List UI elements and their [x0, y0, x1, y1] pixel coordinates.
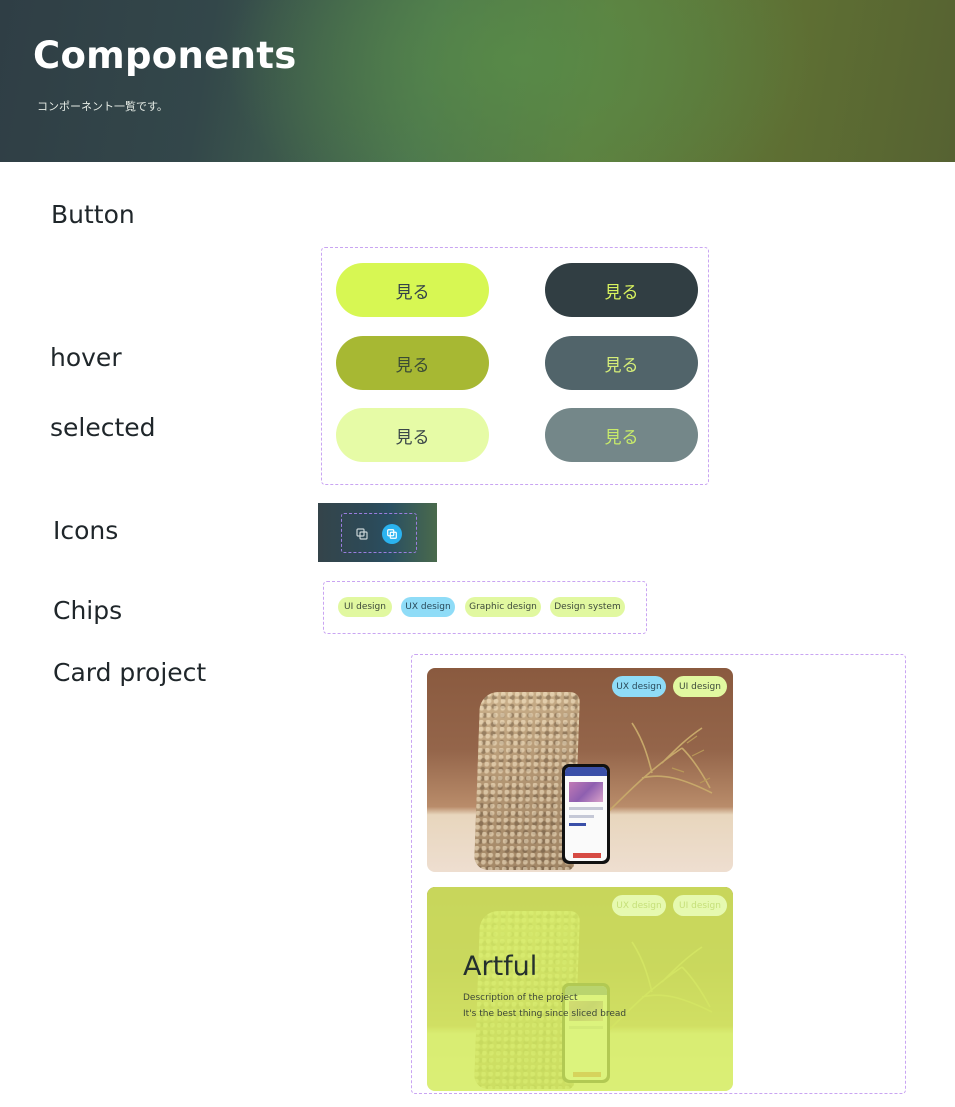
- chip-graphic-design[interactable]: Graphic design: [465, 597, 541, 617]
- chip-design-system[interactable]: Design system: [550, 597, 625, 617]
- icons-variants-frame: [341, 513, 417, 553]
- twig-image: [601, 722, 713, 819]
- button-primary[interactable]: 見る: [336, 263, 489, 317]
- card-chip-ux-design[interactable]: UX design: [612, 676, 666, 697]
- page-title: Components: [33, 34, 297, 77]
- button-secondary-hover[interactable]: 見る: [545, 336, 698, 390]
- section-label-card-project: Card project: [53, 658, 207, 687]
- section-label-button: Button: [51, 200, 135, 229]
- section-label-selected: selected: [50, 413, 156, 442]
- page-subtitle: コンポーネント一覧です。: [37, 100, 168, 113]
- phone-mockup: [562, 764, 610, 864]
- project-card[interactable]: UX design UI design: [427, 668, 733, 872]
- card-chip-ui-design[interactable]: UI design: [673, 676, 727, 697]
- page-header: Components コンポーネント一覧です。: [0, 0, 955, 162]
- icons-frame: [318, 503, 437, 562]
- card-description-line-1: Description of the project: [463, 993, 578, 1003]
- card-chip-ui-design[interactable]: UI design: [673, 895, 727, 916]
- chip-ux-design[interactable]: UX design: [401, 597, 455, 617]
- copy-icon[interactable]: [355, 526, 369, 540]
- section-label-chips: Chips: [53, 596, 123, 625]
- chip-ui-design[interactable]: UI design: [338, 597, 392, 617]
- card-title: Artful: [463, 951, 538, 982]
- button-primary-hover[interactable]: 見る: [336, 336, 489, 390]
- card-chip-ux-design[interactable]: UX design: [612, 895, 666, 916]
- project-card-hover[interactable]: UX design UI design Artful Description o…: [427, 887, 733, 1091]
- button-secondary-selected[interactable]: 見る: [545, 408, 698, 462]
- copy-icon-active[interactable]: [382, 524, 402, 544]
- section-label-icons: Icons: [53, 516, 119, 545]
- button-secondary[interactable]: 見る: [545, 263, 698, 317]
- card-description-line-2: It's the best thing since sliced bread: [463, 1009, 627, 1019]
- card-hover-overlay: [427, 887, 733, 1091]
- project-image: [427, 668, 733, 872]
- button-primary-selected[interactable]: 見る: [336, 408, 489, 462]
- section-label-hover: hover: [50, 343, 122, 372]
